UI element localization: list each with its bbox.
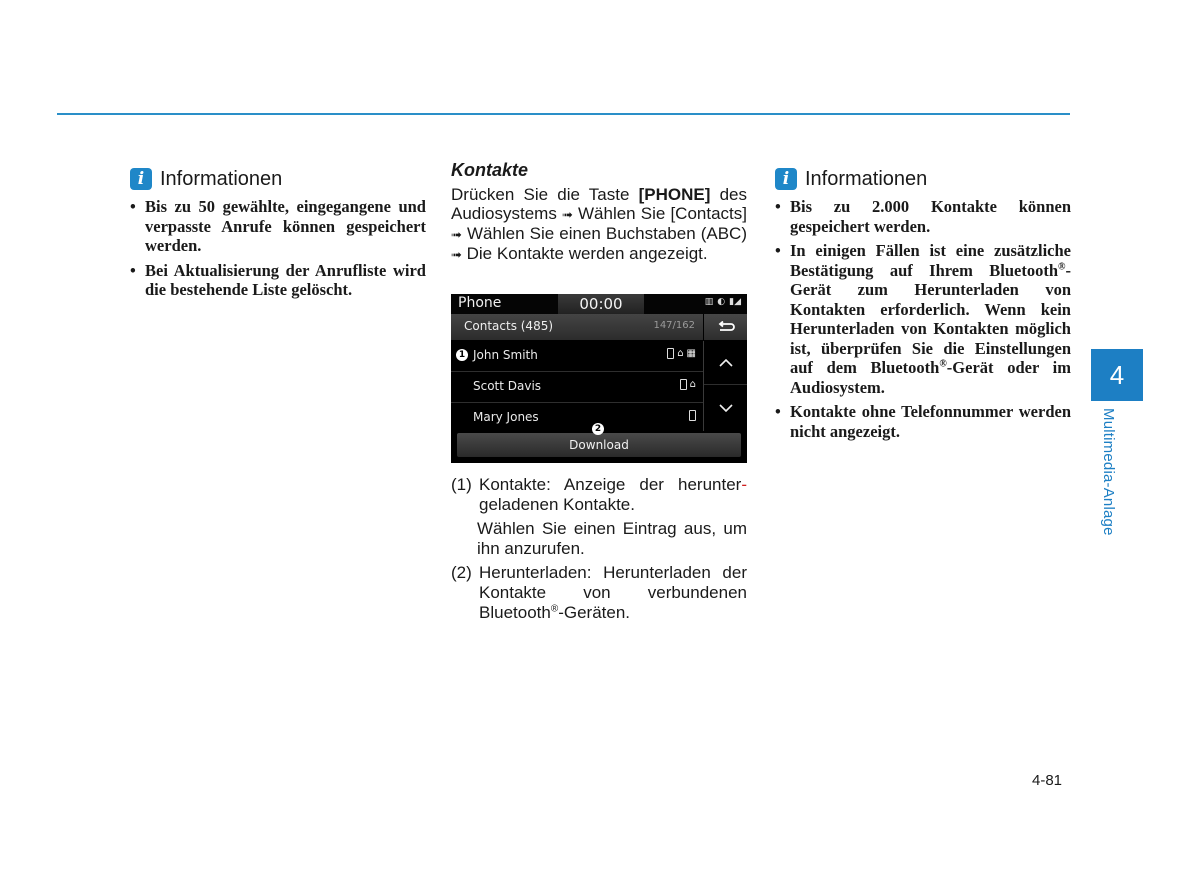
- info-title: Informationen: [805, 167, 928, 190]
- chevron-up-icon: [718, 358, 733, 367]
- contacts-count: 147/162: [653, 320, 695, 331]
- chevron-down-icon: [718, 403, 733, 412]
- chapter-label: Multimedia-Anlage: [1100, 408, 1117, 536]
- info-title: Informationen: [160, 167, 283, 190]
- item-text: geladenen Kontakte.: [479, 495, 635, 514]
- callout-2: 2: [592, 423, 604, 435]
- info-icon: i: [775, 168, 797, 190]
- contact-name: Mary Jones: [473, 410, 539, 424]
- intro-text: Die Kontakte werden angezeigt.: [461, 244, 708, 263]
- contact-icons: ⌂ ▦: [667, 348, 696, 359]
- item-note: Wählen Sie einen Eintrag aus, um ihn anz…: [477, 519, 747, 558]
- download-button[interactable]: Download: [457, 433, 741, 457]
- contact-row[interactable]: 1 John Smith ⌂ ▦: [451, 341, 703, 372]
- intro-paragraph: Drücken Sie die Taste [PHONE] des Audios…: [451, 185, 747, 264]
- bullet-item: Bis zu 50 gewählte, eingegangene und ver…: [130, 197, 426, 256]
- contacts-section: Kontakte Drücken Sie die Taste [PHONE] d…: [451, 160, 747, 264]
- numbered-item: (1) Kontakte: Anzeige der herunter- gela…: [451, 475, 747, 515]
- home-icon: ⌂: [677, 348, 684, 359]
- status-bar: Phone 00:00 ▥ ◐ ▮◢: [451, 294, 747, 314]
- home-icon: ⌂: [689, 379, 696, 390]
- office-icon: ▦: [686, 348, 696, 359]
- clock: 00:00: [558, 294, 644, 314]
- bullet-item: Bei Aktualisierung der Anrufliste wird d…: [130, 261, 426, 300]
- phone-key-label: [PHONE]: [638, 185, 711, 204]
- bullet-item: Bis zu 2.000 Kontakte können gespeichert…: [775, 197, 1071, 236]
- arrow-icon: ➟: [561, 207, 573, 222]
- contact-row[interactable]: Scott Davis ⌂: [451, 372, 703, 403]
- signal-icon: ▮◢: [729, 297, 741, 307]
- contact-name: John Smith: [473, 348, 538, 362]
- numbered-list: (1) Kontakte: Anzeige der herunter- gela…: [451, 475, 747, 627]
- contact-row[interactable]: Mary Jones: [451, 403, 703, 433]
- bullet-item: Kontakte ohne Telefonnummer werden nicht…: [775, 402, 1071, 441]
- info-icon: i: [130, 168, 152, 190]
- status-icons: ▥ ◐ ▮◢: [705, 297, 741, 307]
- contacts-header: Contacts (485) 147/162: [451, 314, 703, 340]
- status-title: Phone: [458, 295, 502, 311]
- phone-screen: Phone 00:00 ▥ ◐ ▮◢ Contacts (485) 147/16…: [451, 294, 747, 463]
- scroll-up-button[interactable]: [704, 341, 747, 385]
- info-box-left: i Informationen Bis zu 50 gewählte, eing…: [130, 167, 426, 305]
- intro-text: Wählen Sie einen Buchstaben (ABC): [461, 224, 747, 243]
- registered-mark: ®: [1058, 261, 1066, 272]
- scroll-down-button[interactable]: [704, 386, 747, 429]
- bullet-item: In einigen Fällen ist eine zusätzliche B…: [775, 241, 1071, 397]
- mobile-icon: [679, 379, 687, 390]
- bluetooth-audio-icon: ◐: [717, 297, 726, 307]
- intro-text: Wählen Sie [Contacts]: [572, 204, 747, 223]
- info-header: i Informationen: [130, 167, 426, 191]
- numbered-item: (2) Herunterladen: Herunterladen der Kon…: [451, 563, 747, 623]
- contact-name: Scott Davis: [473, 379, 542, 393]
- contacts-title: Contacts (485): [464, 319, 554, 333]
- hyphen: -: [741, 475, 747, 494]
- mobile-icon: [689, 410, 696, 421]
- top-rule: [57, 113, 1070, 115]
- battery-icon: ▥: [704, 297, 714, 307]
- bullet-list: Bis zu 2.000 Kontakte können gespeichert…: [775, 197, 1071, 441]
- contact-icons: [689, 410, 696, 421]
- item-number: (2): [451, 563, 472, 582]
- arrow-icon: ➟: [451, 247, 462, 262]
- item-number: (1): [451, 475, 472, 494]
- intro-text: Drücken Sie die Taste: [451, 185, 639, 204]
- info-box-right: i Informationen Bis zu 2.000 Kontakte kö…: [775, 167, 1071, 446]
- info-header: i Informationen: [775, 167, 1071, 191]
- bullet-list: Bis zu 50 gewählte, eingegangene und ver…: [130, 197, 426, 300]
- back-button[interactable]: [704, 314, 747, 340]
- contact-list: 1 John Smith ⌂ ▦ Scott Davis ⌂ Mary Jone…: [451, 341, 703, 433]
- arrow-icon: ➟: [451, 227, 462, 242]
- page-number: 4-81: [1032, 772, 1063, 789]
- bullet-text: In einigen Fällen ist eine zusätzliche B…: [790, 241, 1071, 280]
- mobile-icon: [667, 348, 675, 359]
- callout-1: 1: [456, 349, 468, 361]
- back-icon: [718, 321, 735, 331]
- item-text: -Geräten.: [558, 603, 631, 622]
- chapter-tab: 4: [1091, 349, 1143, 401]
- registered-mark: ®: [939, 358, 947, 370]
- item-text: Kontakte: Anzeige der herunter: [479, 475, 742, 494]
- section-heading: Kontakte: [451, 160, 529, 180]
- contact-icons: ⌂: [679, 379, 696, 390]
